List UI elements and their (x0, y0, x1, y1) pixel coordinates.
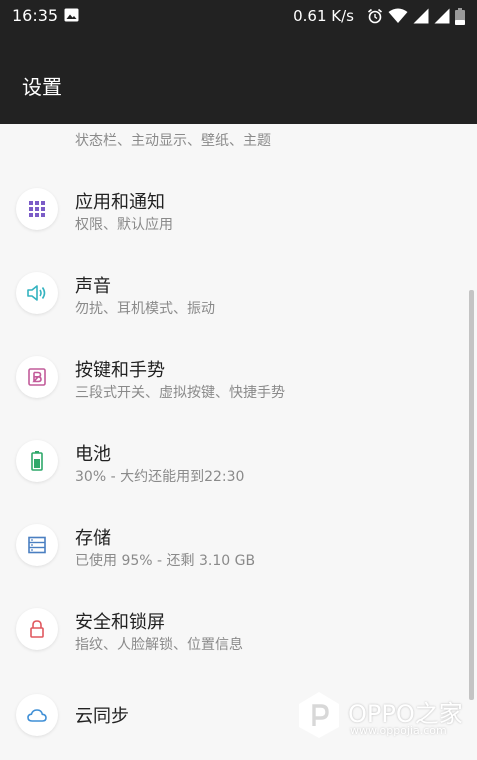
cloud-icon (27, 709, 47, 722)
signal-icon (413, 8, 429, 24)
image-icon (64, 8, 79, 22)
item-title: 电池 (75, 444, 111, 465)
item-title: 按键和手势 (75, 360, 165, 381)
item-subtitle: 30% - 大约还能用到22:30 (75, 469, 245, 485)
item-subtitle: 已使用 95% - 还剩 3.10 GB (75, 553, 256, 569)
item-title: 云同步 (75, 706, 129, 727)
item-subtitle: 勿扰、耳机模式、振动 (75, 301, 215, 317)
item-title: 存储 (75, 528, 111, 549)
storage-icon-wrapper (16, 524, 58, 566)
item-title: 安全和锁屏 (75, 612, 165, 633)
settings-item-security-lockscreen[interactable]: 安全和锁屏 指纹、人脸解锁、位置信息 (0, 589, 465, 673)
battery-icon (31, 451, 43, 471)
alarm-icon (367, 8, 383, 24)
speaker-icon-wrapper (16, 272, 58, 314)
lock-icon-wrapper (16, 608, 58, 650)
grid-icon-wrapper (16, 188, 58, 230)
storage-icon (28, 536, 46, 554)
status-bar: 16:35 0.61 K/s (0, 0, 477, 32)
settings-item-apps-notifications[interactable]: 应用和通知 权限、默认应用 (0, 169, 465, 253)
speaker-icon (27, 285, 46, 301)
settings-item-cloud-sync[interactable]: 云同步 (0, 673, 465, 757)
page-title: 设置 (22, 75, 62, 99)
button-b-icon (28, 368, 46, 386)
settings-item-storage[interactable]: 存储 已使用 95% - 还剩 3.10 GB (0, 505, 465, 589)
settings-screen: 16:35 0.61 K/s 设置 状态栏、主动显示、壁纸、主题 应用和通知 权… (0, 0, 477, 760)
lock-icon (30, 620, 44, 638)
settings-list[interactable]: 状态栏、主动显示、壁纸、主题 应用和通知 权限、默认应用 声音 勿扰、耳机模式、… (0, 124, 477, 760)
battery-icon-wrapper (16, 440, 58, 482)
app-toolbar: 设置 (0, 32, 477, 124)
settings-item-buttons-gestures[interactable]: 按键和手势 三段式开关、虚拟按键、快捷手势 (0, 337, 465, 421)
signal-icon (434, 8, 450, 24)
battery-icon (455, 7, 465, 25)
item-title: 应用和通知 (75, 192, 165, 213)
item-subtitle: 状态栏、主动显示、壁纸、主题 (75, 133, 271, 149)
cloud-icon-wrapper (16, 694, 58, 736)
item-subtitle: 三段式开关、虚拟按键、快捷手势 (75, 385, 285, 401)
grid-icon (29, 201, 45, 217)
status-time: 16:35 (12, 6, 59, 25)
scrollbar-thumb[interactable] (469, 290, 474, 700)
status-right-group: 0.61 K/s (293, 6, 465, 26)
settings-item-sound[interactable]: 声音 勿扰、耳机模式、振动 (0, 253, 465, 337)
settings-item-battery[interactable]: 电池 30% - 大约还能用到22:30 (0, 421, 465, 505)
item-subtitle: 指纹、人脸解锁、位置信息 (75, 637, 243, 653)
network-speed: 0.61 K/s (293, 7, 354, 25)
wifi-icon (388, 8, 408, 23)
item-title: 声音 (75, 276, 111, 297)
settings-item-display[interactable]: 状态栏、主动显示、壁纸、主题 (0, 124, 465, 166)
button-b-icon-wrapper (16, 356, 58, 398)
item-subtitle: 权限、默认应用 (75, 217, 173, 233)
